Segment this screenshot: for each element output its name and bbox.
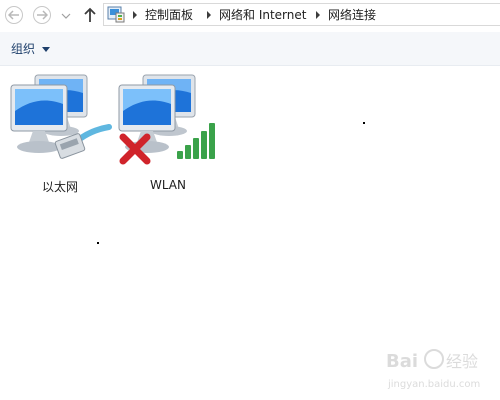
breadcrumb-separator-icon <box>316 11 320 19</box>
address-box[interactable]: 控制面板 网络和 Internet 网络连接 <box>103 3 500 26</box>
back-button[interactable] <box>5 6 23 24</box>
connection-wlan[interactable]: WLAN <box>113 71 223 192</box>
arrow-left-icon <box>8 10 19 20</box>
breadcrumb-separator-icon <box>207 11 211 19</box>
chevron-down-icon <box>61 13 71 19</box>
address-bar-row: 控制面板 网络和 Internet 网络连接 <box>0 0 500 30</box>
connection-ethernet[interactable]: 以太网 <box>5 71 115 194</box>
dropdown-caret-icon <box>42 47 50 52</box>
svg-text:经验: 经验 <box>446 352 478 371</box>
ethernet-connection-icon <box>10 74 112 159</box>
breadcrumb-control-panel[interactable]: 控制面板 <box>145 7 193 23</box>
up-button[interactable] <box>82 5 98 25</box>
baidu-jingyan-watermark: Bai 经验 jingyan.baidu.com <box>386 349 480 390</box>
recent-locations-button[interactable] <box>60 10 72 20</box>
command-bar: 组织 <box>0 32 500 66</box>
cursor-speck <box>363 122 365 124</box>
svg-text:Bai: Bai <box>386 351 418 372</box>
breadcrumb-separator-icon <box>133 11 137 19</box>
breadcrumb-network-connections[interactable]: 网络连接 <box>328 7 376 23</box>
control-panel-icon <box>107 6 125 23</box>
organize-button[interactable]: 组织 <box>11 41 35 57</box>
forward-button[interactable] <box>33 6 51 24</box>
breadcrumb-network-internet[interactable]: 网络和 Internet <box>219 7 306 23</box>
cursor-speck <box>97 242 99 244</box>
svg-text:jingyan.baidu.com: jingyan.baidu.com <box>387 379 480 390</box>
connection-name: 以太网 <box>41 180 78 194</box>
arrow-up-icon <box>84 7 96 22</box>
wlan-connection-icon <box>118 74 215 165</box>
connection-name: WLAN <box>149 178 186 192</box>
arrow-right-icon <box>37 10 48 20</box>
